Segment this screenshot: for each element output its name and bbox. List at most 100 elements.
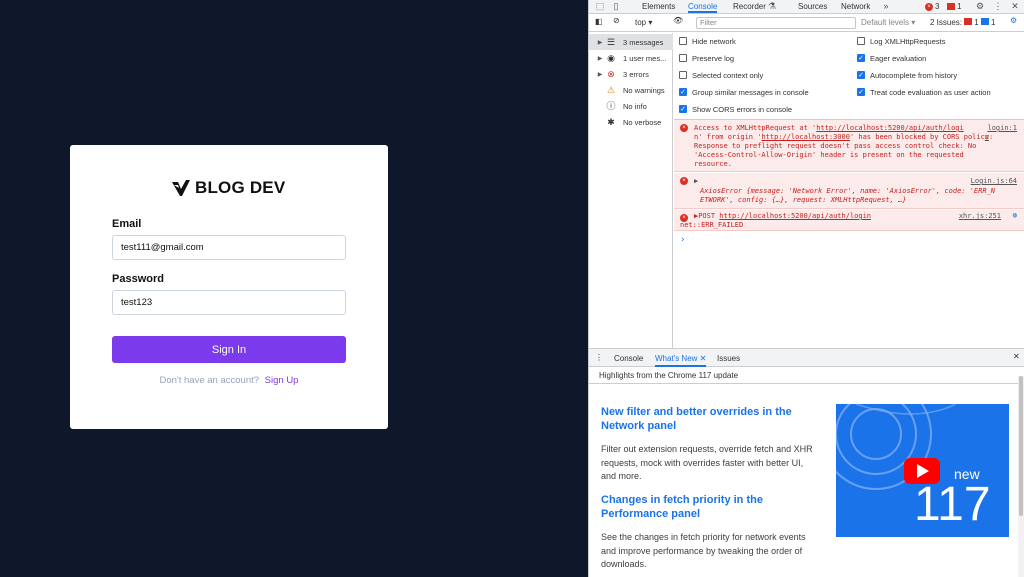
sidebar-item-label: No verbose [623,117,662,127]
warning-count-badge[interactable]: 1 [947,2,961,11]
issues-badge[interactable]: 2 Issues: 1 1 [930,18,995,27]
preserve-log-checkbox[interactable]: Preserve log [679,52,734,64]
whats-new-scrollbar[interactable] [1018,376,1024,577]
checkbox-label: Treat code evaluation as user action [870,87,991,97]
origin-url-link[interactable]: http://localhost:3000 [761,133,850,141]
drawer-tab-whats-new[interactable]: What's New ✕ [655,354,707,367]
whats-new-heading-1[interactable]: New filter and better overrides in the N… [601,405,801,433]
checkbox-label: Preserve log [692,53,735,63]
group-similar-checkbox[interactable]: ✓ Group similar messages in console [679,86,809,98]
source-link[interactable]: login:1 [987,124,1017,132]
tab-console[interactable]: Console [688,1,718,13]
network-globe-icon[interactable]: ◍ [1013,211,1017,219]
gear-icon[interactable]: ⚙ [975,1,985,11]
sign-in-button[interactable]: Sign In [112,336,346,363]
tab-sources[interactable]: Sources [798,1,827,13]
warning-icon: ⚠ [606,85,616,95]
email-field[interactable]: test111@gmail.com [112,235,346,260]
brand: BLOG DEV [171,177,285,199]
sidebar-item-verbose[interactable]: ✱ No verbose [589,114,673,130]
more-tabs-icon[interactable]: » [881,1,891,11]
tab-recorder[interactable]: Recorder [733,1,766,13]
clear-console-icon[interactable]: ⊘ [613,16,620,25]
context-value: top [635,18,647,27]
checkbox-label: Group similar messages in console [692,87,809,97]
eye-icon[interactable]: 👁 [673,16,683,25]
error-count-badge[interactable]: × 3 [925,2,939,11]
issues-label: 2 Issues: [930,18,963,27]
filter-input[interactable]: Filter [696,17,856,29]
close-tab-icon[interactable]: ✕ [700,354,707,363]
issues-error-count: 1 [974,18,979,27]
error-icon: ⊗ [607,69,615,79]
sidebar-item-messages[interactable]: ▶ ☰ 3 messages [589,34,673,50]
levels-dropdown[interactable]: Default levels ▾ [861,18,915,27]
sidebar-item-info[interactable]: ⓘ No info [589,98,673,114]
close-icon[interactable]: ✕ [1010,1,1020,11]
expand-caret-icon[interactable]: ▶ [694,177,698,185]
check-icon: ✓ [679,88,687,96]
eager-eval-checkbox[interactable]: ✓ Eager evaluation [857,52,926,64]
text: Access to XMLHttpRequest at ' [694,124,817,132]
console-prompt-icon[interactable]: › [680,235,685,245]
sign-up-link[interactable]: Sign Up [265,375,299,386]
treat-code-eval-checkbox[interactable]: ✓ Treat code evaluation as user action [857,86,991,98]
flask-icon: ⚗ [767,1,777,11]
whats-new-header: Highlights from the Chrome 117 update [589,367,1024,384]
password-value: test123 [121,297,153,308]
sidebar-toggle-icon[interactable]: ◧ [595,17,603,26]
scrollbar-thumb[interactable] [1019,376,1023,516]
request-url-link[interactable]: http://localhost:5200/api/auth/logi [816,124,964,132]
password-label: Password [112,273,164,285]
post-url-link[interactable]: http://localhost:5200/api/auth/login [719,212,871,220]
message-line[interactable]: AxiosError {message: 'Network Error', na… [700,187,995,195]
log-xhr-checkbox[interactable]: Log XMLHttpRequests [857,35,945,47]
issue-error-icon [964,18,973,25]
console-error-post: × ▶POST http://localhost:5200/api/auth/l… [674,210,1024,231]
check-icon: ✓ [857,71,865,79]
hide-network-checkbox[interactable]: Hide network [679,35,736,47]
inspect-element-icon[interactable]: ⬚ [595,1,605,11]
console-error-axios: × ▶ Login.js:64 AxiosError {message: 'Ne… [674,173,1024,209]
console-settings-icon[interactable]: ⚙ [1010,16,1017,25]
drawer-menu-icon[interactable]: ⋮ [595,353,603,365]
source-link[interactable]: xhr.js:251 [959,212,1001,220]
kebab-menu-icon[interactable]: ⋮ [993,1,1003,11]
checkbox-label: Show CORS errors in console [692,104,793,114]
levels-label: Default levels [861,18,910,27]
close-drawer-icon[interactable]: ✕ [1013,352,1020,364]
context-select[interactable]: top ▾ [635,18,652,27]
device-toolbar-icon[interactable]: ▯ [611,1,621,11]
checkbox-label: Log XMLHttpRequests [870,36,946,46]
whats-new-text-2: See the changes in fetch priority for ne… [601,532,806,569]
error-icon: × [680,124,688,132]
show-cors-checkbox[interactable]: ✓ Show CORS errors in console [679,103,792,115]
drawer-tabbar: ⋮ Console What's New ✕ Issues ✕ [589,348,1024,367]
user-icon: ◉ [607,53,615,63]
checkbox-label: Autocomplete from history [870,70,958,80]
whats-new-heading-2[interactable]: Changes in fetch priority in the Perform… [601,493,801,521]
message-line: ▶POST http://localhost:5200/api/auth/log… [694,212,872,220]
console-settings: Hide network Preserve log Selected conte… [674,33,1024,119]
sidebar-item-warnings[interactable]: ⚠ No warnings [589,82,673,98]
whats-new-text-1: Filter out extension requests, override … [601,444,813,481]
password-field[interactable]: test123 [112,290,346,315]
sidebar-item-errors[interactable]: ▶ ⊗ 3 errors [589,66,673,82]
selected-context-checkbox[interactable]: Selected context only [679,69,763,81]
check-icon: ✓ [857,88,865,96]
tab-network[interactable]: Network [841,1,870,13]
source-link-cont[interactable]: n [985,133,989,141]
tab-elements[interactable]: Elements [642,1,675,13]
message-line[interactable]: ETWORK', config: {…}, request: XMLHttpRe… [700,196,907,204]
error-icon: × [680,177,688,185]
chrome-117-video-thumbnail[interactable]: new 117 [836,404,1009,537]
autocomplete-checkbox[interactable]: ✓ Autocomplete from history [857,69,957,81]
console-error-cors: × Access to XMLHttpRequest at 'http://lo… [674,120,1024,172]
source-link[interactable]: Login.js:64 [971,177,1017,185]
sidebar-item-user-messages[interactable]: ▶ ◉ 1 user mes... [589,50,673,66]
drawer-tab-console[interactable]: Console [614,354,643,366]
image-version-label: 117 [914,478,991,531]
tab-label: What's New [655,354,698,363]
list-icon: ☰ [606,37,616,47]
drawer-tab-issues[interactable]: Issues [717,354,740,366]
